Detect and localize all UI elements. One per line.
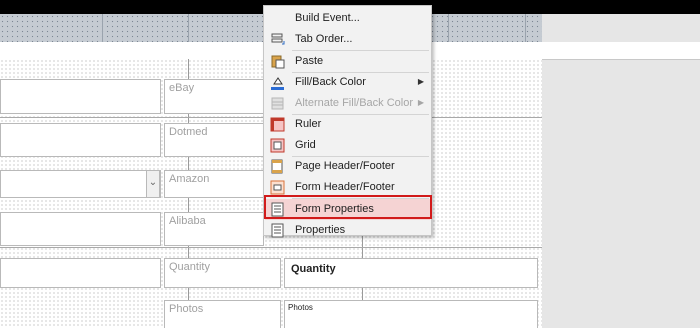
properties-icon [270,223,285,238]
menu-item-label: Page Header/Footer [295,160,395,172]
grid-icon [270,138,285,153]
menu-item-page-header-footer[interactable]: Page Header/Footer [265,156,430,177]
grid-row-line [0,247,542,248]
alibaba-textbox[interactable] [0,212,161,246]
menu-item-label: Form Header/Footer [295,181,395,193]
menu-item-ruler[interactable]: Ruler [265,114,430,135]
menu-item-label: Grid [295,139,316,151]
menu-item-label: Tab Order... [295,33,353,45]
label-photos[interactable]: Photos [164,300,281,328]
menu-item-label: Ruler [295,118,322,130]
ruler-tick [448,14,449,42]
section-bar-extension [542,42,700,60]
combobox-dropdown-button[interactable]: ⌄ [146,170,160,198]
label-photos-text: Photos [169,303,204,315]
page-header-footer-icon [270,159,285,174]
menu-item-label: Alternate Fill/Back Color [295,97,413,109]
tab-order-icon [270,32,285,47]
form-header-footer-icon [270,180,285,195]
fill-color-icon [270,75,285,90]
label-alibaba-text: Alibaba [169,215,206,227]
label-dotmed[interactable]: Dotmed [164,123,264,157]
quantity-textbox[interactable]: Quantity [284,258,538,288]
label-dotmed-text: Dotmed [169,126,208,138]
label-amazon-text: Amazon [169,173,210,185]
alternate-fill-icon [270,96,285,111]
menu-item-properties[interactable]: Properties [265,220,430,241]
submenu-arrow-icon: ▶ [417,98,424,107]
menu-item-fill-back-color[interactable]: Fill/Back Color ▶ [265,72,430,93]
photos-attachment[interactable]: Photos [284,300,538,328]
amazon-combobox[interactable] [0,170,161,198]
ruler-icon [270,117,285,132]
designer-background [542,14,700,328]
menu-item-label: Build Event... [295,12,360,24]
quantity-textbox-text: Quantity [291,263,336,275]
dotmed-textbox[interactable] [0,123,161,157]
ebay-textbox[interactable] [0,79,161,114]
menu-item-grid[interactable]: Grid [265,135,430,156]
ruler-tick [102,14,103,42]
label-ebay[interactable]: eBay [164,79,264,114]
menu-item-label: Paste [295,55,324,67]
label-quantity-text: Quantity [169,261,210,273]
paste-icon [270,54,285,69]
label-quantity[interactable]: Quantity [164,258,281,288]
menu-item-paste[interactable]: Paste [265,51,430,72]
menu-item-label: Fill/Back Color [295,76,366,88]
label-ebay-text: eBay [169,82,195,94]
ruler-tick [188,14,189,42]
menu-item-tab-order[interactable]: Tab Order... [265,29,430,50]
menu-item-label: Properties [295,224,346,236]
label-alibaba[interactable]: Alibaba [164,212,264,246]
highlight-box [264,195,432,219]
ruler-tick [525,14,526,42]
menu-item-alternate-fill[interactable]: Alternate Fill/Back Color ▶ [265,93,430,114]
photos-attachment-text: Photos [288,303,313,312]
menu-item-build-event[interactable]: Build Event... [265,8,430,29]
submenu-arrow-icon: ▶ [417,77,424,86]
label-amazon[interactable]: Amazon [164,170,264,198]
quantity-left-textbox[interactable] [0,258,161,288]
